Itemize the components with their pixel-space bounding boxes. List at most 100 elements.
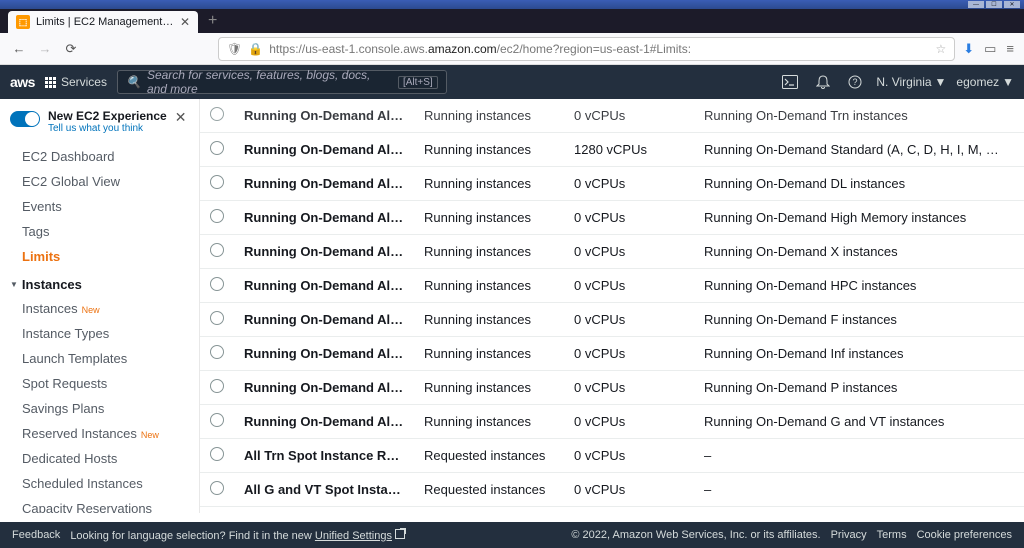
row-radio[interactable] xyxy=(210,141,224,155)
sidebar-item-reserved-instances[interactable]: Reserved InstancesNew xyxy=(0,421,199,446)
table-row[interactable]: Running On-Demand All X…Running instance… xyxy=(200,235,1024,269)
row-radio[interactable] xyxy=(210,379,224,393)
privacy-link[interactable]: Privacy xyxy=(831,529,867,541)
limit-desc: Running On-Demand High Memory instances xyxy=(694,201,1024,235)
experience-toggle[interactable] xyxy=(10,111,40,127)
window-maximize-icon[interactable]: ☐ xyxy=(986,1,1002,8)
search-placeholder: Search for services, features, blogs, do… xyxy=(147,68,392,96)
limit-value: 0 vCPUs xyxy=(564,473,694,507)
row-radio[interactable] xyxy=(210,209,224,223)
limit-name: All Trn Spot Instance Requ… xyxy=(234,439,414,473)
limit-name: Running On-Demand All … xyxy=(234,269,414,303)
copyright: © 2022, Amazon Web Services, Inc. or its… xyxy=(571,529,820,541)
services-menu[interactable]: Services xyxy=(45,75,107,89)
banner-close-icon[interactable]: ✕ xyxy=(175,109,187,126)
bookmark-star-icon[interactable]: ☆ xyxy=(935,42,946,56)
sidebar-item-limits[interactable]: Limits xyxy=(0,244,199,269)
table-row[interactable]: Running On-Demand All S…Running instance… xyxy=(200,133,1024,167)
table-row[interactable]: All G and VT Spot Instance…Requested ins… xyxy=(200,473,1024,507)
sidebar-item-events[interactable]: Events xyxy=(0,194,199,219)
close-tab-icon[interactable]: ✕ xyxy=(180,15,190,29)
unified-settings-link[interactable]: Unified Settings xyxy=(315,530,392,542)
table-row[interactable]: Running On-Demand All F…Running instance… xyxy=(200,303,1024,337)
cloudshell-icon[interactable] xyxy=(778,75,802,89)
aws-search-input[interactable]: 🔍 Search for services, features, blogs, … xyxy=(117,70,447,94)
sidebar-section-instances[interactable]: Instances xyxy=(0,269,199,296)
limit-name: Running On-Demand All X… xyxy=(234,235,414,269)
table-row[interactable]: All Standard (A, C, D, H, I, …Requested … xyxy=(200,507,1024,514)
experience-feedback-link[interactable]: Tell us what you think xyxy=(48,123,167,134)
table-row[interactable]: All Trn Spot Instance Requ…Requested ins… xyxy=(200,439,1024,473)
table-row[interactable]: Running On-Demand All D…Running instance… xyxy=(200,167,1024,201)
limit-name: Running On-Demand All P… xyxy=(234,371,414,405)
menu-hamburger-icon[interactable]: ≡ xyxy=(1006,41,1014,57)
limit-type: Running instances xyxy=(414,371,564,405)
limit-desc: Running On-Demand Inf instances xyxy=(694,337,1024,371)
terms-link[interactable]: Terms xyxy=(877,529,907,541)
row-radio[interactable] xyxy=(210,243,224,257)
window-minimize-icon[interactable]: — xyxy=(968,1,984,8)
browser-tab[interactable]: ⬚ Limits | EC2 Management Console ✕ xyxy=(8,11,198,33)
reload-button[interactable]: ⟳ xyxy=(62,41,80,57)
row-radio[interactable] xyxy=(210,413,224,427)
forward-button[interactable]: → xyxy=(36,41,54,56)
aws-logo-icon[interactable]: aws xyxy=(10,74,35,90)
help-icon[interactable]: ? xyxy=(844,75,866,89)
sidebar-item-savings-plans[interactable]: Savings Plans xyxy=(0,396,199,421)
sidebar-item-launch-templates[interactable]: Launch Templates xyxy=(0,346,199,371)
table-row[interactable]: Running On-Demand All …Running instances… xyxy=(200,201,1024,235)
limit-desc: Running On-Demand Standard (A, C, D, H, … xyxy=(694,133,1024,167)
row-radio[interactable] xyxy=(210,447,224,461)
address-bar[interactable]: 🛡 🔒 https://us-east-1.console.aws.amazon… xyxy=(218,37,955,61)
limit-type: Running instances xyxy=(414,235,564,269)
row-radio[interactable] xyxy=(210,175,224,189)
cookie-prefs-link[interactable]: Cookie preferences xyxy=(917,529,1012,541)
sidebar-item-dashboard[interactable]: EC2 Dashboard xyxy=(0,144,199,169)
limit-name: All Standard (A, C, D, H, I, … xyxy=(234,507,414,514)
sidebar-item-global-view[interactable]: EC2 Global View xyxy=(0,169,199,194)
table-row[interactable]: Running On-Demand All …Running instances… xyxy=(200,269,1024,303)
language-hint: Looking for language selection? Find it … xyxy=(70,529,405,542)
row-radio[interactable] xyxy=(210,311,224,325)
sidebar-item-dedicated-hosts[interactable]: Dedicated Hosts xyxy=(0,446,199,471)
pocket-icon[interactable]: ▭ xyxy=(984,41,996,57)
limit-desc: Running On-Demand G and VT instances xyxy=(694,405,1024,439)
limit-desc: – xyxy=(694,507,1024,514)
account-menu[interactable]: egomez ▼ xyxy=(956,75,1014,89)
sidebar-item-capacity-reservations[interactable]: Capacity Reservations xyxy=(0,496,199,513)
table-row[interactable]: Running On-Demand All T…Running instance… xyxy=(200,99,1024,133)
back-button[interactable]: ← xyxy=(10,41,28,56)
limit-name: Running On-Demand All D… xyxy=(234,167,414,201)
download-icon[interactable]: ⬇ xyxy=(963,41,974,57)
limit-type: Running instances xyxy=(414,405,564,439)
sidebar-item-tags[interactable]: Tags xyxy=(0,219,199,244)
row-radio[interactable] xyxy=(210,107,224,121)
experience-title: New EC2 Experience xyxy=(48,109,167,123)
url-text: https://us-east-1.console.aws.amazon.com… xyxy=(269,42,929,56)
table-row[interactable]: Running On-Demand All G…Running instance… xyxy=(200,405,1024,439)
limit-value: 0 vCPUs xyxy=(564,405,694,439)
sidebar-item-scheduled-instances[interactable]: Scheduled Instances xyxy=(0,471,199,496)
table-row[interactable]: Running On-Demand All P…Running instance… xyxy=(200,371,1024,405)
limit-value: 64 vCPUs xyxy=(564,507,694,514)
feedback-link[interactable]: Feedback xyxy=(12,529,60,541)
limit-value: 0 vCPUs xyxy=(564,235,694,269)
search-shortcut: [Alt+S] xyxy=(398,76,438,89)
table-row[interactable]: Running On-Demand All I…Running instance… xyxy=(200,337,1024,371)
limit-type: Running instances xyxy=(414,167,564,201)
new-tab-button[interactable]: + xyxy=(198,12,227,30)
limit-value: 0 vCPUs xyxy=(564,201,694,235)
row-radio[interactable] xyxy=(210,345,224,359)
notifications-icon[interactable] xyxy=(812,75,834,89)
new-experience-banner: New EC2 Experience Tell us what you thin… xyxy=(0,105,199,144)
limit-value: 0 vCPUs xyxy=(564,337,694,371)
sidebar-item-instances[interactable]: InstancesNew xyxy=(0,296,199,321)
row-radio[interactable] xyxy=(210,481,224,495)
row-radio[interactable] xyxy=(210,277,224,291)
shield-icon: 🛡 xyxy=(227,42,242,56)
limit-name: Running On-Demand All I… xyxy=(234,337,414,371)
sidebar-item-spot-requests[interactable]: Spot Requests xyxy=(0,371,199,396)
sidebar-item-instance-types[interactable]: Instance Types xyxy=(0,321,199,346)
region-selector[interactable]: N. Virginia ▼ xyxy=(876,75,946,89)
window-close-icon[interactable]: ✕ xyxy=(1004,1,1020,8)
